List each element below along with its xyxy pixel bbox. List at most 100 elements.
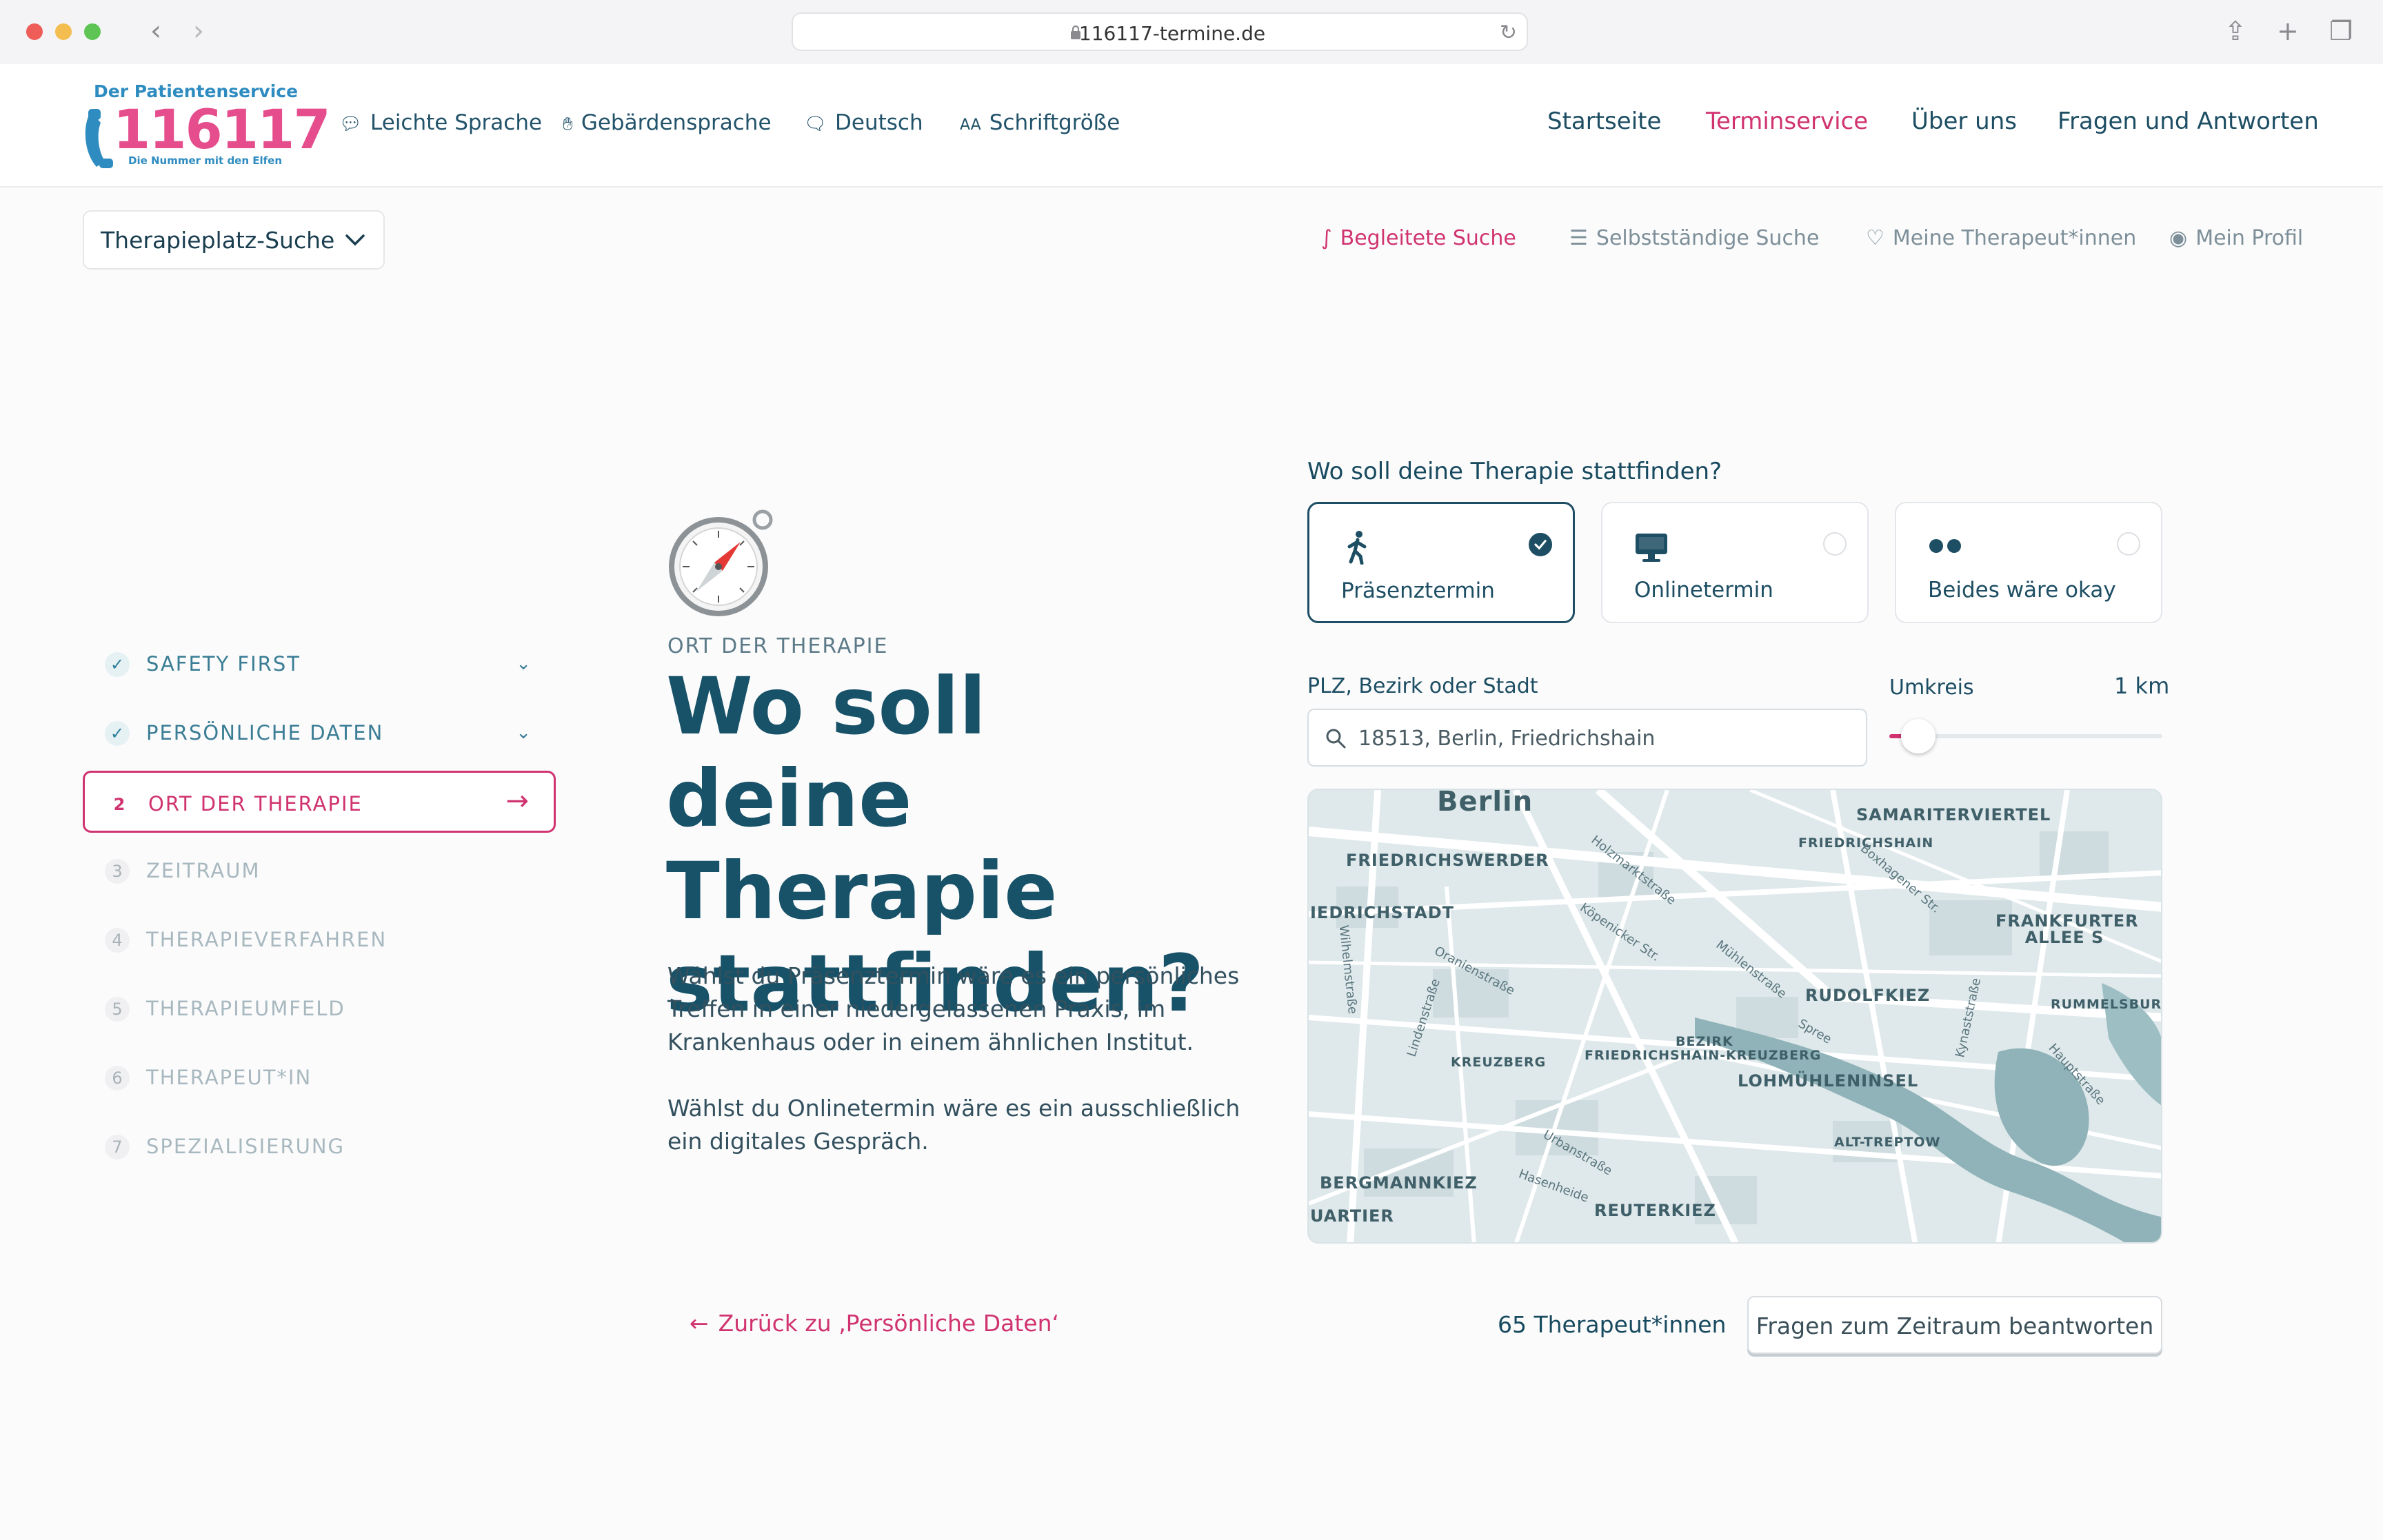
therapist-count: 65 Therapeut*innen [1498,1311,1727,1338]
step-persoenliche-daten[interactable]: ✓ PERSÖNLICHE DATEN ⌄ [83,702,556,764]
radius-value: 1 km [2114,673,2170,699]
location-label: PLZ, Bezirk oder Stadt [1307,674,1538,698]
map[interactable]: Berlin SAMARITERVIERTEL FRIEDRICHSHAIN F… [1307,789,2162,1244]
url-text: 116117-termine.de [1078,22,1266,45]
radio-unchecked-icon[interactable] [1823,532,1847,556]
close-window-button[interactable] [26,23,43,40]
option-label: Onlinetermin [1634,578,1773,602]
check-icon: ✓ [105,652,130,677]
arrow-right-icon: → [505,785,529,817]
subnav-begleitete-suche[interactable]: ∫ Begleitete Suche [1321,226,1516,250]
step-label: THERAPEUT*IN [146,1066,312,1089]
map-label: Berlin [1437,789,1534,818]
option-onlinetermin[interactable]: Onlinetermin [1601,502,1869,623]
step-therapieverfahren: 4 THERAPIEVERFAHREN [83,909,556,971]
option-label: Beides wäre okay [1928,578,2116,602]
step-label: SPEZIALISIERUNG [146,1135,345,1158]
chevron-down-icon [345,234,365,246]
map-label: RUDOLFKIEZ [1805,986,1931,1005]
chevron-down-icon: ⌄ [516,654,531,674]
util-schriftgroesse[interactable]: AA Schriftgröße [960,110,1120,135]
arrow-left-icon: ← [690,1310,709,1337]
search-type-label: Therapieplatz-Suche [101,227,335,254]
two-dots-icon [1929,539,1961,553]
check-icon: ✓ [105,721,130,746]
option-beides[interactable]: Beides wäre okay [1895,502,2162,623]
radius-label: Umkreis [1889,676,1974,700]
logo-subline: Die Nummer mit den Elfen [128,154,283,167]
util-leichte-sprache[interactable]: 💬︎ Leichte Sprache [339,110,542,135]
user-circle-icon: ◉ [2169,226,2188,250]
util-deutsch[interactable]: 🗨︎ Deutsch [804,110,923,135]
site-header: Der Patientenservice 116117 Die Nummer m… [0,63,2383,188]
slider-handle[interactable] [1901,719,1935,753]
zoom-window-button[interactable] [84,23,101,40]
radio-unchecked-icon[interactable] [2117,532,2140,556]
subnav-selbststaendige-suche[interactable]: ☰ Selbstständige Suche [1569,226,1819,250]
site-logo[interactable]: Der Patientenservice 116117 Die Nummer m… [81,81,331,171]
address-bar[interactable]: 116117-termine.de ↻ [792,12,1528,51]
step-label: THERAPIEVERFAHREN [146,928,388,951]
map-label: FRIEDRICHSHAIN-KREUZBERG [1585,1048,1822,1063]
map-label: RUMMELSBURG [2051,997,2162,1012]
util-gebaerdensprache[interactable]: ✋︎ Gebärdensprache [563,110,772,135]
map-label: ALT-TREPTOW [1834,1135,1941,1150]
reload-icon[interactable]: ↻ [1500,21,1517,45]
hand-icon: ✋︎ [563,114,573,134]
step-safety-first[interactable]: ✓ SAFETY FIRST ⌄ [83,633,556,695]
location-input[interactable] [1358,720,1855,757]
nav-fragen-und-antworten[interactable]: Fragen und Antworten [2058,108,2319,135]
step-label: SAFETY FIRST [146,652,301,676]
next-step-button[interactable]: Fragen zum Zeitraum beantworten [1747,1296,2162,1354]
route-icon: ∫ [1321,226,1332,250]
share-icon[interactable]: ⇪ [2224,15,2246,47]
new-tab-icon[interactable]: + [2277,15,2299,47]
subnav-meine-therapeutinnen[interactable]: ♡ Meine Therapeut*innen [1866,226,2136,250]
step-therapeutin: 6 THERAPEUT*IN [83,1046,556,1108]
location-search-field[interactable] [1307,709,1867,767]
step-label: PERSÖNLICHE DATEN [146,721,384,744]
nav-startseite[interactable]: Startseite [1547,108,1661,135]
map-label: BERGMANNKIEZ [1320,1173,1478,1193]
walking-person-icon [1347,531,1367,565]
step-number: 5 [105,997,130,1022]
map-label: IEDRICHSTADT [1310,903,1455,922]
step-number: 7 [105,1135,130,1159]
step-number: 6 [105,1066,130,1091]
tab-overview-icon[interactable]: ❐ [2329,15,2353,47]
compass-icon [669,509,773,616]
step-label: ZEITRAUM [146,859,261,882]
back-arrow-icon[interactable]: ‹ [150,15,161,47]
nav-terminservice[interactable]: Terminservice [1706,108,1868,135]
step-number: 4 [105,928,130,953]
font-size-icon: AA [960,116,981,134]
back-link[interactable]: ← Zurück zu ‚Persönliche Daten‘ [690,1310,1059,1337]
map-label: REUTERKIEZ [1594,1201,1716,1220]
search-type-dropdown[interactable]: Therapieplatz-Suche [83,210,385,270]
monitor-icon [1636,534,1667,562]
nav-ueber-uns[interactable]: Über uns [1911,108,2017,135]
option-praesenztermin[interactable]: Präsenztermin [1307,502,1575,623]
browser-chrome: ‹ › 116117-termine.de ↻ ⇪ + ❐ [0,0,2383,63]
logo-number: 116117 [113,99,331,161]
map-label: FRIEDRICHSWERDER [1346,851,1549,870]
search-icon [1326,729,1346,749]
step-spezialisierung: 7 SPEZIALISIERUNG [83,1115,556,1177]
speech-bubble-icon: 💬︎ [339,114,363,134]
step-label: THERAPIEUMFELD [146,997,345,1020]
question-title: Wo soll deine Therapie stattfinden? [1307,458,1722,485]
step-ort-der-therapie[interactable]: 2 ORT DER THERAPIE → [83,771,556,833]
radio-checked-icon[interactable] [1529,533,1552,556]
forward-arrow-icon[interactable]: › [193,15,204,47]
chat-bubbles-icon: 🗨︎ [804,114,827,134]
description-online: Wählst du Onlinetermin wäre es ein aussc… [667,1095,1240,1155]
step-therapieumfeld: 5 THERAPIEUMFELD [83,977,556,1040]
section-eyebrow: ORT DER THERAPIE [667,634,889,658]
map-label: UARTIER [1310,1206,1394,1226]
minimize-window-button[interactable] [55,23,72,40]
map-label: KREUZBERG [1451,1055,1547,1070]
chevron-down-icon: ⌄ [516,722,531,743]
radius-slider[interactable] [1889,717,2162,756]
subnav-mein-profil[interactable]: ◉ Mein Profil [2169,226,2303,250]
map-label: LOHMÜHLENINSEL [1738,1071,1919,1091]
